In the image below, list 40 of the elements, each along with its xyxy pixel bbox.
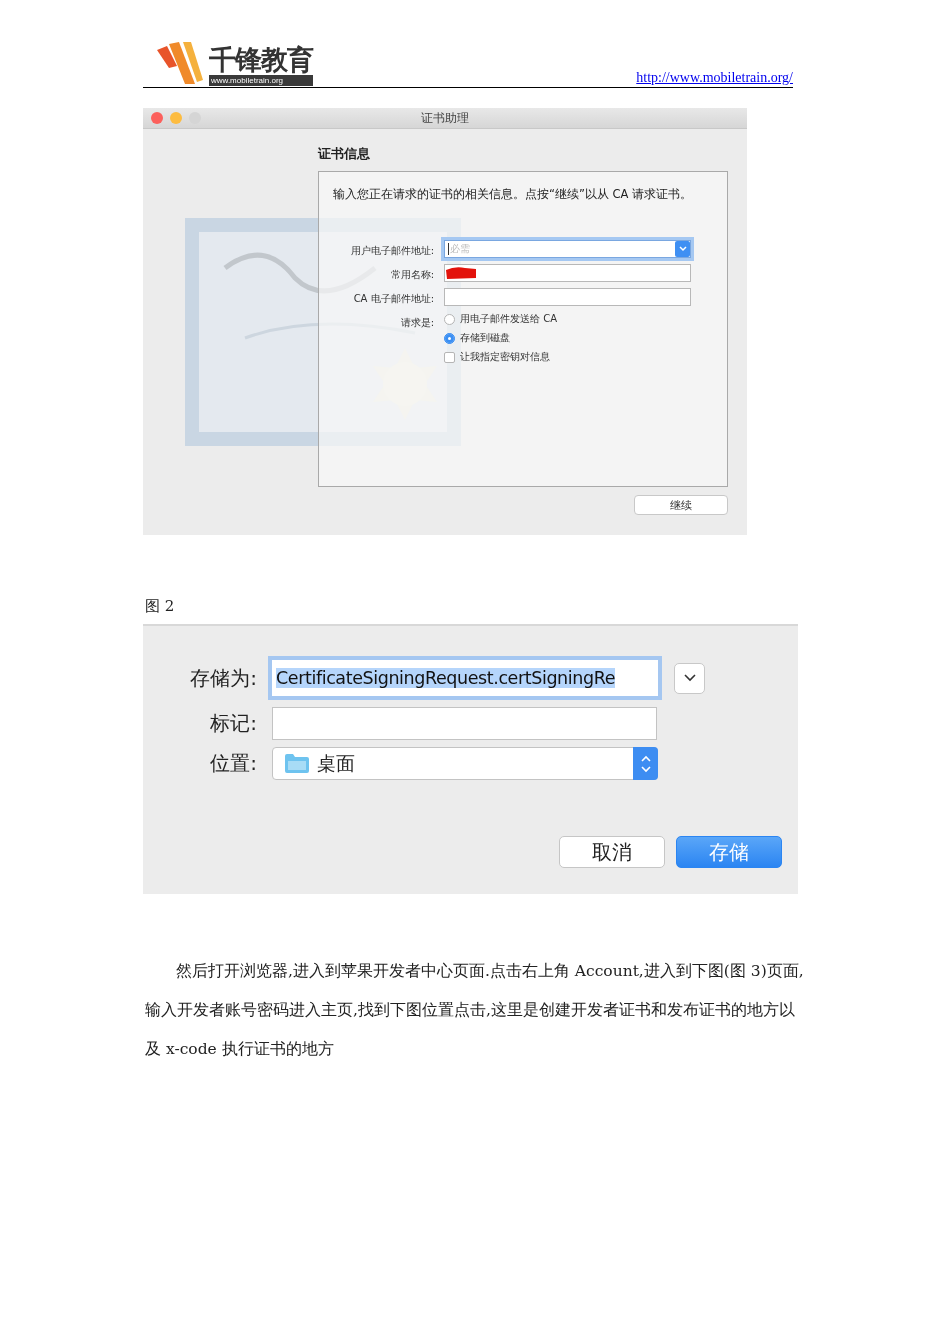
expand-button[interactable] [674, 662, 705, 694]
figure-caption: 图 2 [145, 597, 175, 615]
website-link[interactable]: http://www.mobiletrain.org/ [636, 70, 793, 86]
field-label: 存储为: [189, 664, 257, 692]
option-label: 让我指定密钥对信息 [460, 350, 550, 364]
continue-button[interactable]: 继续 [634, 495, 728, 515]
window-title: 证书助理 [421, 109, 469, 127]
file-name: CertificateSigningRequest.certSigningRe [276, 668, 615, 688]
minimize-button[interactable] [170, 112, 182, 124]
checkbox[interactable] [444, 351, 455, 363]
option-label: 用电子邮件发送给 CA [460, 312, 557, 326]
field-label: 常用名称: [389, 268, 434, 282]
text-field[interactable] [444, 288, 691, 306]
logo-url: www.mobiletrain.org [209, 75, 313, 86]
option-label: 存储到磁盘 [460, 331, 510, 345]
field-label: 位置: [209, 750, 257, 777]
logo-name: 千锋教育 [209, 45, 313, 75]
field-label: 标记: [209, 710, 257, 737]
radio-button[interactable] [444, 313, 455, 325]
description: 输入您正在请求的证书的相关信息。点按“继续”以从 CA 请求证书。 [333, 187, 693, 201]
logo-icon [155, 40, 205, 86]
field-label: 用户电子邮件地址: [349, 244, 434, 258]
location-popup[interactable]: 桌面 [272, 747, 658, 780]
close-button[interactable] [151, 112, 163, 124]
body-paragraph: 然后打开浏览器,进入到苹果开发者中心页面.点击右上角 Account,进入到下图(图 3)页面,输入开发者账号密码进入主页,找到下图位置点击,这里是创建开发者证书和发布证书的地方以及 x-code 执行证书的地方 [145, 961, 805, 1060]
field-label: 请求是: [399, 316, 434, 330]
text-field[interactable] [444, 264, 691, 282]
stepper-icon[interactable] [633, 747, 658, 780]
radio-button[interactable] [444, 332, 455, 344]
file-name-field[interactable]: CertificateSigningRequest.certSigningRe [268, 656, 662, 700]
cancel-button[interactable]: 取消 [559, 836, 665, 868]
section-heading: 证书信息 [318, 145, 371, 163]
field-label: CA 电子邮件地址: [352, 292, 434, 306]
folder-icon [285, 754, 309, 773]
redaction-mark [445, 266, 477, 280]
tags-field[interactable] [272, 707, 657, 740]
dropdown-icon[interactable] [675, 241, 690, 257]
location-value: 桌面 [317, 750, 355, 776]
placeholder: 必需 [450, 242, 470, 256]
chevron-icon [683, 674, 696, 682]
